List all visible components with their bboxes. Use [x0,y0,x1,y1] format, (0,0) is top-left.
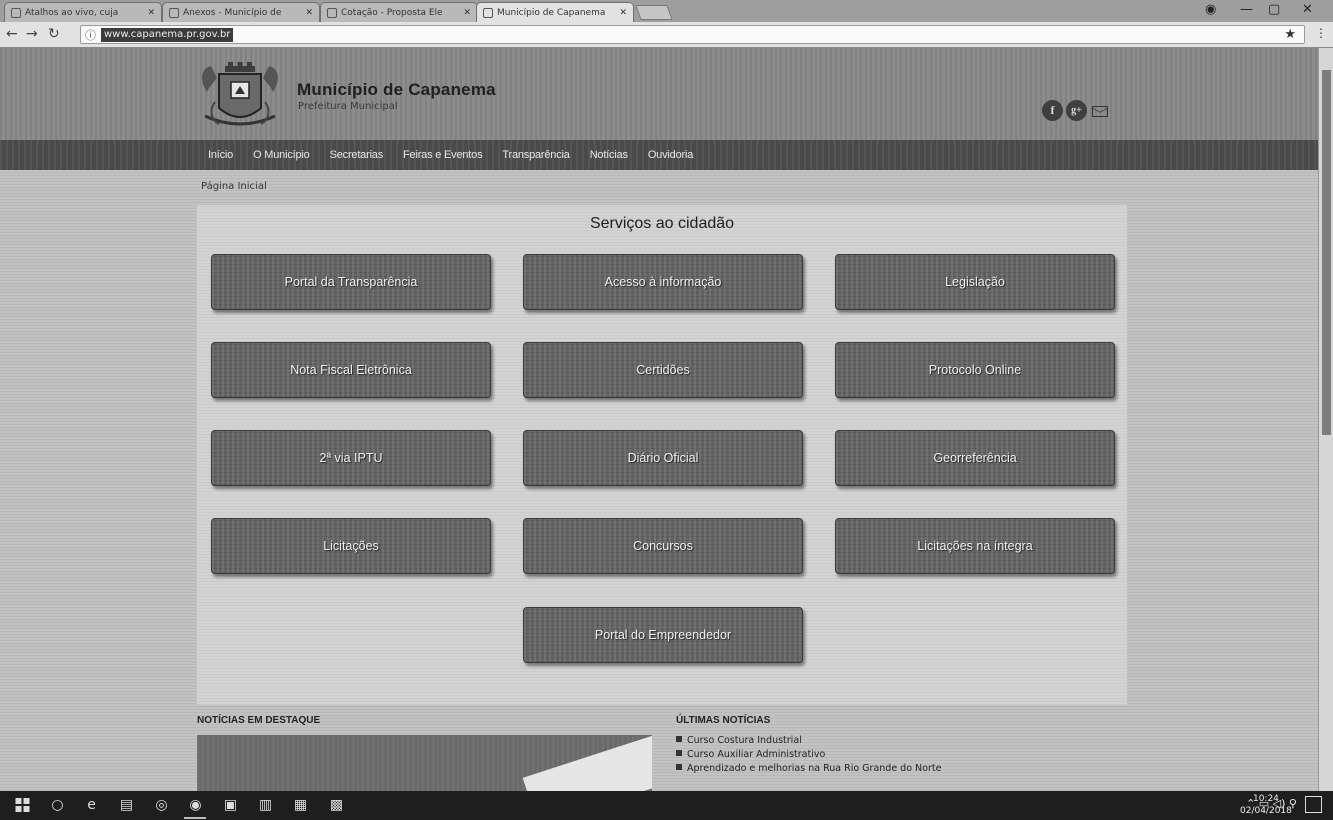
clock-time: 10:24 [1252,794,1279,804]
services-title: Serviços ao cidadão [589,215,735,232]
tab-favicon-icon [169,7,179,18]
facebook-icon[interactable]: f [1042,100,1063,121]
browser-tab-bar: Atalhos ao vivo, cuja ✕ Anexos - Municíp… [0,0,1333,22]
services-panel: Serviços ao cidadão Portal da Transparên… [197,205,1127,705]
service-button-acesso-informacao[interactable]: Acesso à informação [523,254,803,310]
bullet-icon [676,736,682,742]
browser-tab[interactable]: Atalhos ao vivo, cuja ✕ [4,2,162,22]
profile-icon[interactable]: ◉ [1205,2,1216,17]
site-header: Município de Capanema Prefeitura Municip… [0,48,1318,140]
site-title[interactable]: Município de Capanema [297,80,496,100]
bookmark-star-icon[interactable]: ★ [1284,27,1296,42]
service-button-iptu[interactable]: 2ª via IPTU [211,430,491,486]
url-text[interactable]: www.capanema.pr.gov.br [101,28,234,42]
service-button-licitacoes[interactable]: Licitações [211,518,491,574]
word-icon[interactable]: ▣ [222,797,239,813]
file-explorer-icon[interactable]: ▤ [118,797,135,813]
browser-tab[interactable]: Cotação - Proposta Ele ✕ [320,2,478,22]
service-button-protocolo-online[interactable]: Protocolo Online [835,342,1115,398]
search-icon[interactable]: ○ [49,797,66,813]
maximize-icon[interactable]: ▢ [1268,2,1280,17]
main-navigation: Início O Município Secretarias Feiras e … [0,140,1318,170]
tab-favicon-icon [11,7,21,18]
close-icon[interactable]: ✕ [619,8,627,18]
chrome-icon[interactable]: ◉ [187,797,204,813]
taskbar: ○ e ▤ ◎ ◉ ▣ ▥ ▦ ▩ ⌃ ▭ ◁) ⚲ 10:24 02/04/2… [0,791,1333,820]
tab-label: Atalhos ao vivo, cuja [25,7,119,18]
service-button-licitacoes-integra[interactable]: Licitações na íntegra [835,518,1115,574]
news-link[interactable]: Aprendizado e melhorias na Rua Rio Grand… [687,763,941,774]
browser-menu-icon[interactable]: ⋮ [1315,26,1327,40]
web-page: Município de Capanema Prefeitura Municip… [0,48,1333,791]
service-button-legislacao[interactable]: Legislação [835,254,1115,310]
close-icon[interactable]: ✕ [147,8,155,18]
tab-label: Cotação - Proposta Ele [341,7,443,18]
service-button-portal-empreendedor[interactable]: Portal do Empreendedor [523,607,803,663]
system-clock[interactable]: 10:24 02/04/2018 [1240,793,1292,817]
browser-tab[interactable]: Anexos - Município de ✕ [162,2,320,22]
nav-item-ouvidoria[interactable]: Ouvidoria [648,149,693,161]
list-item[interactable]: Curso Costura Industrial [676,734,941,748]
browser-toolbar: ← → ↻ ⓘ www.capanema.pr.gov.br ★ ⋮ [0,22,1333,48]
featured-news-heading: NOTÍCIAS EM DESTAQUE [197,715,321,726]
bullet-icon [676,764,682,770]
info-icon[interactable]: ⓘ [85,27,96,43]
nav-item-feiras-eventos[interactable]: Feiras e Eventos [403,149,483,161]
tab-label: Município de Capanema [497,7,606,18]
browser-tab-active[interactable]: Município de Capanema ✕ [476,2,634,22]
page-scrollbar[interactable] [1318,48,1333,791]
windows-start-icon[interactable] [14,797,31,813]
latest-news-heading: ÚLTIMAS NOTÍCIAS [676,715,771,726]
list-item[interactable]: Aprendizado e melhorias na Rua Rio Grand… [676,762,941,776]
new-tab-button[interactable] [635,5,673,20]
nav-item-noticias[interactable]: Notícias [590,149,628,161]
bullet-icon [676,750,682,756]
mail-icon[interactable] [1092,106,1108,117]
service-button-nota-fiscal[interactable]: Nota Fiscal Eletrônica [211,342,491,398]
calculator-icon[interactable]: ▩ [328,797,345,813]
tab-favicon-icon [327,7,337,18]
latest-news-list: Curso Costura Industrial Curso Auxiliar … [676,734,941,776]
reload-icon[interactable]: ↻ [48,26,60,42]
notification-center-icon[interactable] [1305,796,1322,813]
close-icon[interactable]: ✕ [305,8,313,18]
google-plus-icon[interactable]: g+ [1066,100,1087,121]
window-close-icon[interactable]: ✕ [1302,2,1313,17]
nav-item-inicio[interactable]: Início [208,149,233,161]
running-indicator [184,817,206,819]
close-icon[interactable]: ✕ [463,8,471,18]
powerpoint-icon[interactable]: ▥ [257,797,274,813]
nav-item-transparencia[interactable]: Transparência [502,149,570,161]
forward-icon[interactable]: → [26,26,38,42]
municipal-crest-icon[interactable] [195,62,285,134]
service-button-portal-transparencia[interactable]: Portal da Transparência [211,254,491,310]
service-button-georreferencia[interactable]: Georreferência [835,430,1115,486]
site-subtitle: Prefeitura Municipal [298,101,398,112]
tab-label: Anexos - Município de [183,7,282,18]
news-link[interactable]: Curso Auxiliar Administrativo [687,749,825,760]
clock-date: 02/04/2018 [1240,806,1292,816]
featured-news-image[interactable] [197,735,652,791]
service-button-diario-oficial[interactable]: Diário Oficial [523,430,803,486]
edge-browser-icon[interactable]: e [83,797,100,813]
excel-icon[interactable]: ▦ [292,797,309,813]
nav-item-secretarias[interactable]: Secretarias [330,149,384,161]
back-icon[interactable]: ← [6,26,18,42]
service-button-certidoes[interactable]: Certidões [523,342,803,398]
app-icon[interactable]: ◎ [153,797,170,813]
minimize-icon[interactable]: — [1240,2,1253,17]
news-link[interactable]: Curso Costura Industrial [687,735,802,746]
tab-favicon-icon [483,7,493,18]
nav-item-municipio[interactable]: O Município [253,149,310,161]
scrollbar-thumb[interactable] [1322,70,1331,435]
breadcrumb[interactable]: Página Inicial [201,181,267,192]
service-button-concursos[interactable]: Concursos [523,518,803,574]
address-bar[interactable]: ⓘ www.capanema.pr.gov.br ★ [80,25,1305,44]
list-item[interactable]: Curso Auxiliar Administrativo [676,748,941,762]
